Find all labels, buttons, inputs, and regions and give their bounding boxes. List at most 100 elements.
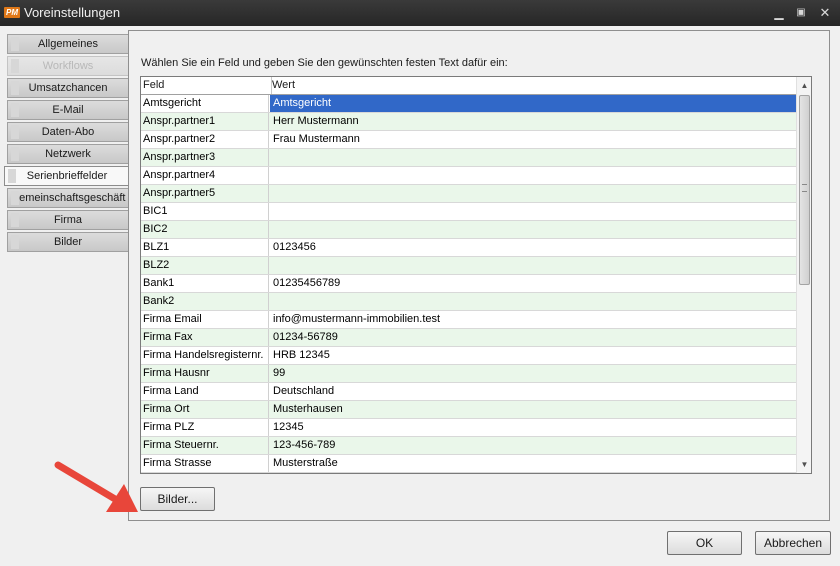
nav-item[interactable]: Bilder (7, 232, 129, 252)
nav-item-label: Netzwerk (45, 148, 91, 160)
table-row[interactable]: Firma PLZ 12345 (141, 419, 797, 437)
table-row[interactable]: Anspr.partner2 Frau Mustermann (141, 131, 797, 149)
nav-item[interactable]: Firma (7, 210, 129, 230)
close-button[interactable]: ✕ (814, 3, 836, 23)
scroll-thumb[interactable] (799, 95, 810, 285)
nav-item[interactable]: Allgemeines (7, 34, 129, 54)
nav-item[interactable]: Daten-Abo (7, 122, 129, 142)
minimize-button[interactable]: ▁ (768, 3, 790, 23)
value-cell[interactable]: info@mustermann-immobilien.test (270, 311, 797, 328)
field-cell[interactable]: Anspr.partner1 (141, 113, 269, 130)
field-cell[interactable]: BLZ1 (141, 239, 269, 256)
cancel-button[interactable]: Abbrechen (755, 531, 831, 555)
field-cell[interactable]: Firma Email (141, 311, 269, 328)
value-cell[interactable]: Amtsgericht (270, 95, 797, 112)
app-icon: PM (4, 7, 20, 18)
table-row[interactable]: Firma Email info@mustermann-immobilien.te… (141, 311, 797, 329)
table-row[interactable]: Anspr.partner4 (141, 167, 797, 185)
nav-item[interactable]: Serienbrieffelder (4, 166, 130, 186)
value-cell[interactable] (270, 185, 797, 202)
table-row[interactable]: Firma Handelsregisternr. HRB 12345 (141, 347, 797, 365)
value-cell[interactable]: Deutschland (270, 383, 797, 400)
field-cell[interactable]: Anspr.partner5 (141, 185, 269, 202)
field-cell[interactable]: Amtsgericht (141, 95, 269, 112)
table-row[interactable]: Bank1 01235456789 (141, 275, 797, 293)
table-row[interactable]: Anspr.partner5 (141, 185, 797, 203)
value-cell[interactable]: 01235456789 (270, 275, 797, 292)
instruction-text: Wählen Sie ein Feld und geben Sie den ge… (141, 57, 508, 69)
value-cell[interactable] (270, 293, 797, 310)
nav-item-label: Gemeinschaftsgeschäft (10, 192, 126, 204)
value-cell[interactable]: 12345 (270, 419, 797, 436)
nav-item-grip (11, 103, 19, 117)
fields-grid: Feld Wert Amtsgericht Amtsgericht Anspr.pa… (140, 76, 812, 474)
nav-item[interactable]: E-Mail (7, 100, 129, 120)
scroll-up-icon[interactable]: ▲ (799, 80, 810, 91)
nav-item-label: Serienbrieffelder (26, 170, 108, 182)
value-cell[interactable]: 0123456 (270, 239, 797, 256)
field-cell[interactable]: BIC2 (141, 221, 269, 238)
bilder-button[interactable]: Bilder... (140, 487, 215, 511)
table-row[interactable]: Firma Ort Musterhausen (141, 401, 797, 419)
table-row[interactable]: Firma Steuernr. 123-456-789 (141, 437, 797, 455)
nav-item[interactable]: Netzwerk (7, 144, 129, 164)
value-cell[interactable]: Musterstraße (270, 455, 797, 472)
ok-button[interactable]: OK (667, 531, 742, 555)
value-cell[interactable]: Frau Mustermann (270, 131, 797, 148)
column-header-field[interactable]: Feld (141, 77, 272, 94)
title-bar[interactable]: PM Voreinstellungen ▁ ▣ ✕ (0, 0, 840, 26)
table-row[interactable]: Anspr.partner3 (141, 149, 797, 167)
nav-item[interactable]: Gemeinschaftsgeschäft (7, 188, 129, 208)
value-cell[interactable]: Herr Mustermann (270, 113, 797, 130)
field-cell[interactable]: Firma PLZ (141, 419, 269, 436)
value-cell[interactable] (270, 167, 797, 184)
table-row[interactable]: BIC2 (141, 221, 797, 239)
value-cell[interactable]: 99 (270, 365, 797, 382)
value-cell[interactable] (270, 221, 797, 238)
value-cell[interactable] (270, 257, 797, 274)
value-cell[interactable]: 123-456-789 (270, 437, 797, 454)
table-row[interactable]: Bank2 (141, 293, 797, 311)
grid-scrollbar[interactable]: ▲ ▼ (796, 77, 811, 473)
field-cell[interactable]: Firma Strasse (141, 455, 269, 472)
field-cell[interactable]: Bank2 (141, 293, 269, 310)
settings-panel: Wählen Sie ein Feld und geben Sie den ge… (128, 30, 830, 521)
table-row[interactable]: Amtsgericht Amtsgericht (141, 95, 797, 113)
value-cell[interactable]: HRB 12345 (270, 347, 797, 364)
field-cell[interactable]: Firma Handelsregisternr. (141, 347, 269, 364)
maximize-button[interactable]: ▣ (790, 3, 812, 23)
field-cell[interactable]: Bank1 (141, 275, 269, 292)
field-cell[interactable]: Firma Fax (141, 329, 269, 346)
table-row[interactable]: Firma Land Deutschland (141, 383, 797, 401)
value-cell[interactable] (270, 203, 797, 220)
nav-item-grip (11, 191, 19, 205)
table-row[interactable]: Firma Hausnr 99 (141, 365, 797, 383)
table-row[interactable]: BLZ2 (141, 257, 797, 275)
field-cell[interactable]: Firma Ort (141, 401, 269, 418)
value-cell[interactable]: Musterhausen (270, 401, 797, 418)
scroll-down-icon[interactable]: ▼ (799, 459, 810, 470)
nav-item-grip (11, 213, 19, 227)
field-cell[interactable]: Firma Land (141, 383, 269, 400)
column-header-value[interactable]: Wert (270, 77, 792, 94)
nav-item-grip (11, 37, 19, 51)
table-row[interactable]: BIC1 (141, 203, 797, 221)
nav-item-grip (11, 147, 19, 161)
table-row[interactable]: Anspr.partner1 Herr Mustermann (141, 113, 797, 131)
value-cell[interactable] (270, 149, 797, 166)
value-cell[interactable]: 01234-56789 (270, 329, 797, 346)
field-cell[interactable]: Firma Hausnr (141, 365, 269, 382)
table-row[interactable]: BLZ1 0123456 (141, 239, 797, 257)
field-cell[interactable]: BIC1 (141, 203, 269, 220)
table-row[interactable]: Firma Fax 01234-56789 (141, 329, 797, 347)
field-cell[interactable]: Anspr.partner3 (141, 149, 269, 166)
field-cell[interactable]: Anspr.partner2 (141, 131, 269, 148)
field-cell[interactable]: Anspr.partner4 (141, 167, 269, 184)
field-cell[interactable]: Firma Steuernr. (141, 437, 269, 454)
nav-item[interactable]: Umsatzchancen (7, 78, 129, 98)
field-cell[interactable]: BLZ2 (141, 257, 269, 274)
nav-item-grip (11, 125, 19, 139)
dialog-client: Allgemeines Workflows Umsatzchancen E-Mail D… (0, 26, 840, 566)
table-row[interactable]: Firma Strasse Musterstraße (141, 455, 797, 473)
nav-item-grip (11, 59, 19, 73)
